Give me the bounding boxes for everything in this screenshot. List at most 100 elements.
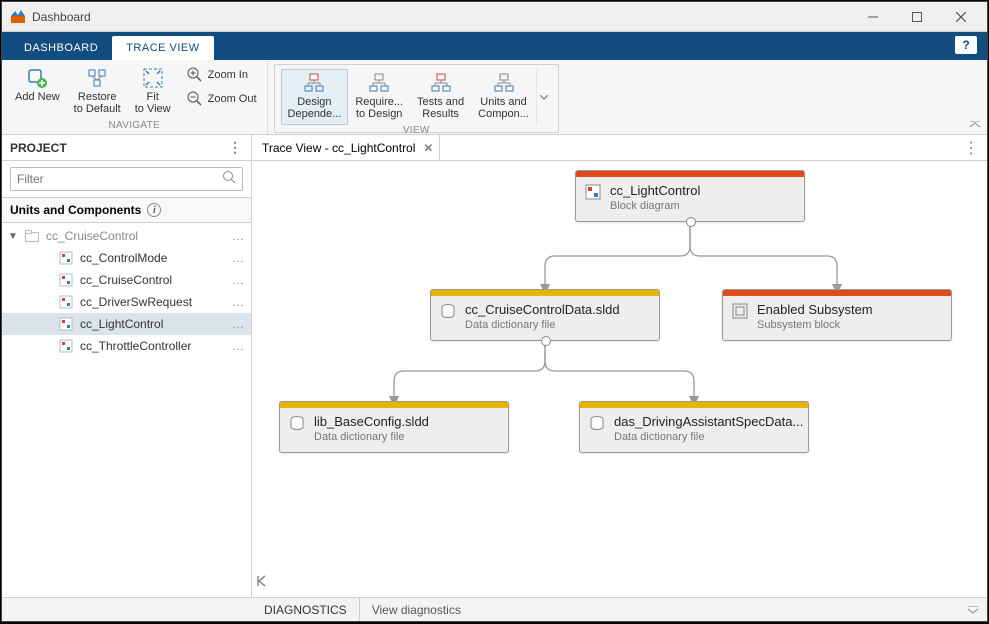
tree-item-label: cc_CruiseControl [80, 273, 230, 287]
units-components-label: Units and Components [10, 203, 141, 217]
zoom-out-icon [186, 90, 204, 108]
tree-root[interactable]: ▼ cc_CruiseControl … [2, 225, 251, 247]
document-tabbar: Trace View - cc_LightControl ✕ ⋮ [252, 135, 987, 161]
node-cc-lightcontrol[interactable]: cc_LightControlBlock diagram [575, 170, 805, 222]
tree-item-menu[interactable]: … [230, 339, 247, 353]
project-sidebar: PROJECT ⋮ Units and Components i ▼ cc_Cr… [2, 135, 252, 597]
folder-icon [24, 228, 40, 244]
node-baseconfig[interactable]: lib_BaseConfig.slddData dictionary file [279, 401, 509, 453]
requirements-label: Require... to Design [355, 96, 403, 120]
design-deps-icon [303, 72, 325, 94]
simulink-file-icon [58, 294, 74, 310]
units-icon [493, 72, 515, 94]
zoom-in-icon [186, 66, 204, 84]
tests-label: Tests and Results [417, 96, 464, 120]
add-new-button[interactable]: Add New [8, 64, 67, 120]
units-components-header: Units and Components i [2, 197, 251, 223]
help-button[interactable]: ? [955, 36, 977, 54]
status-bar: DIAGNOSTICS View diagnostics [2, 597, 987, 621]
minimize-button[interactable] [851, 3, 895, 31]
app-icon [10, 9, 26, 25]
info-icon[interactable]: i [147, 203, 161, 217]
units-components-button[interactable]: Units and Compon... [471, 69, 536, 125]
tab-trace-view[interactable]: TRACE VIEW [112, 36, 213, 60]
tree-root-menu[interactable]: … [230, 229, 247, 243]
filter-input[interactable] [17, 172, 222, 186]
tests-icon [430, 72, 452, 94]
fit-label: Fit to View [135, 91, 171, 115]
close-button[interactable] [939, 3, 983, 31]
node-enabled-subsystem[interactable]: Enabled SubsystemSubsystem block [722, 289, 952, 341]
restore-label: Restore to Default [74, 91, 121, 115]
project-title: PROJECT [10, 141, 67, 155]
titlebar: Dashboard [2, 2, 987, 32]
subsystem-icon [731, 302, 749, 320]
tree-item-menu[interactable]: … [230, 295, 247, 309]
node-cruisecontroldata[interactable]: cc_CruiseControlData.slddData dictionary… [430, 289, 660, 341]
units-label: Units and Compon... [478, 96, 529, 120]
toolstrip-group-navigate: Add New Restore to Default Fit to View Z… [2, 60, 268, 134]
search-icon [222, 170, 236, 189]
project-tree: ▼ cc_CruiseControl … cc_ControlMode…cc_C… [2, 223, 251, 597]
maximize-button[interactable] [895, 3, 939, 31]
chevron-down-icon [540, 95, 548, 100]
block-diagram-icon [584, 183, 602, 201]
fit-view-icon [142, 67, 164, 89]
data-dictionary-icon [439, 302, 457, 320]
tab-dashboard[interactable]: DASHBOARD [10, 36, 112, 60]
filter-box[interactable] [10, 167, 243, 191]
tree-item-label: cc_LightControl [80, 317, 230, 331]
node-drivingassistant[interactable]: das_DrivingAssistantSpecData...Data dict… [579, 401, 809, 453]
project-panel-header: PROJECT ⋮ [2, 135, 251, 161]
tree-item[interactable]: cc_ThrottleController… [2, 335, 251, 357]
simulink-file-icon [58, 316, 74, 332]
data-dictionary-icon [588, 414, 606, 432]
tree-item[interactable]: cc_DriverSwRequest… [2, 291, 251, 313]
document-tab-title: Trace View - cc_LightControl [262, 141, 415, 155]
diagnostics-label: DIAGNOSTICS [252, 598, 360, 621]
content-area: Trace View - cc_LightControl ✕ ⋮ [252, 135, 987, 597]
design-deps-label: Design Depende... [288, 96, 342, 120]
document-tab[interactable]: Trace View - cc_LightControl ✕ [252, 135, 440, 160]
project-menu-button[interactable]: ⋮ [228, 139, 243, 156]
tree-item[interactable]: cc_ControlMode… [2, 247, 251, 269]
nav-back-button[interactable] [256, 574, 270, 593]
tree-item-label: cc_ControlMode [80, 251, 230, 265]
simulink-file-icon [58, 272, 74, 288]
toolstrip: Add New Restore to Default Fit to View Z… [2, 60, 987, 135]
tree-item-label: cc_ThrottleController [80, 339, 230, 353]
tree-item-menu[interactable]: … [230, 251, 247, 265]
tree-item[interactable]: cc_LightControl… [2, 313, 251, 335]
collapse-icon[interactable]: ▼ [2, 231, 24, 242]
window-title: Dashboard [32, 10, 851, 24]
trace-canvas[interactable]: cc_LightControlBlock diagram cc_CruiseCo… [252, 161, 987, 597]
view-diagnostics-link[interactable]: View diagnostics [360, 603, 473, 617]
restore-default-button[interactable]: Restore to Default [67, 64, 128, 120]
close-tab-icon[interactable]: ✕ [423, 141, 433, 155]
add-new-label: Add New [15, 91, 60, 103]
zoom-in-button[interactable]: Zoom In [182, 64, 261, 86]
data-dictionary-icon [288, 414, 306, 432]
restore-icon [86, 67, 108, 89]
add-new-icon [26, 67, 48, 89]
zoom-out-label: Zoom Out [208, 93, 257, 105]
simulink-file-icon [58, 250, 74, 266]
tree-root-label: cc_CruiseControl [46, 229, 230, 243]
requirements-to-design-button[interactable]: Require... to Design [348, 69, 410, 125]
toolstrip-group-view: Design Depende... Require... to Design T… [274, 64, 559, 133]
tree-item[interactable]: cc_CruiseControl… [2, 269, 251, 291]
tree-item-menu[interactable]: … [230, 317, 247, 331]
tests-results-button[interactable]: Tests and Results [410, 69, 471, 125]
requirements-icon [368, 72, 390, 94]
design-dependencies-button[interactable]: Design Depende... [281, 69, 349, 125]
zoom-out-button[interactable]: Zoom Out [182, 88, 261, 110]
expand-diagnostics-button[interactable] [959, 603, 987, 617]
zoom-in-label: Zoom In [208, 69, 248, 81]
tree-item-label: cc_DriverSwRequest [80, 295, 230, 309]
document-tab-menu[interactable]: ⋮ [955, 138, 987, 158]
fit-to-view-button[interactable]: Fit to View [128, 64, 178, 120]
tree-item-menu[interactable]: … [230, 273, 247, 287]
simulink-file-icon [58, 338, 74, 354]
view-dropdown-button[interactable] [536, 69, 552, 125]
collapse-toolstrip-button[interactable] [969, 121, 981, 132]
